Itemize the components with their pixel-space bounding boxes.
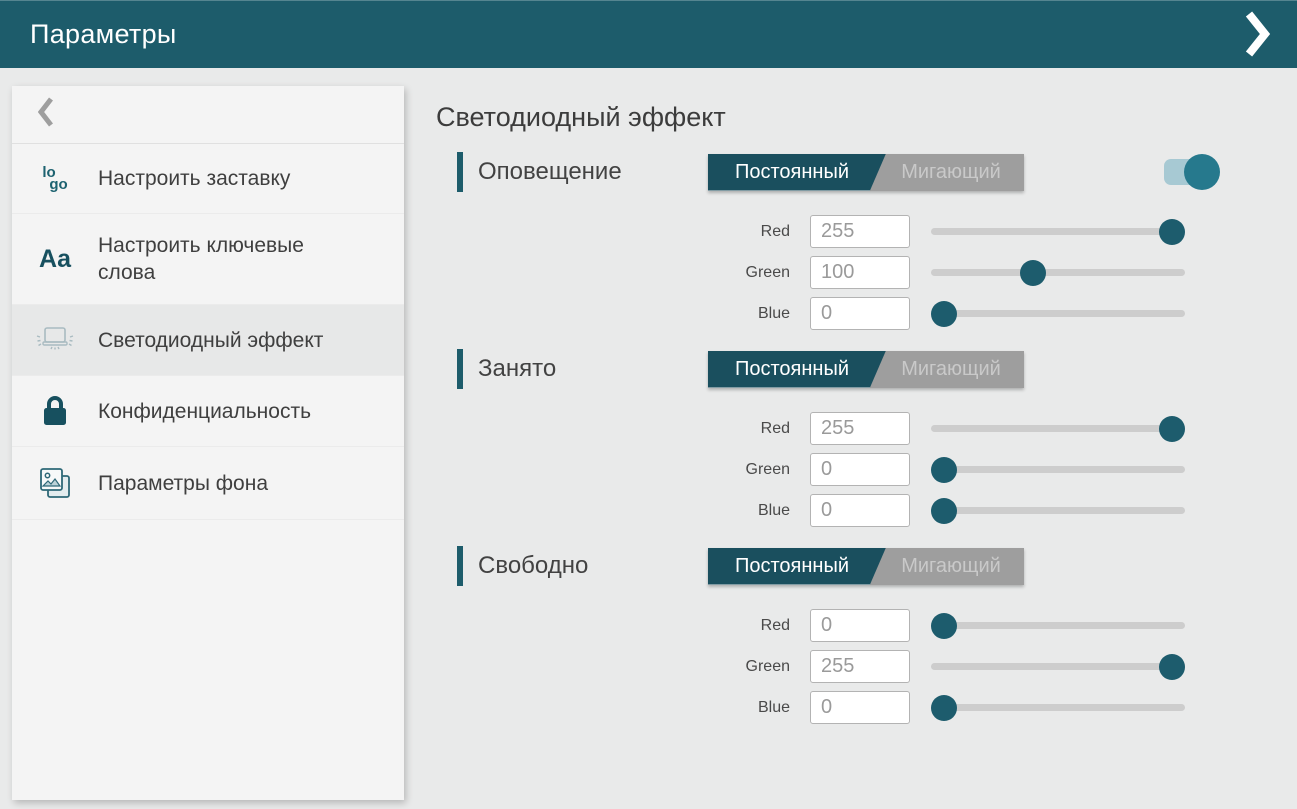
blue-value-input[interactable] (810, 297, 910, 330)
green-value-input[interactable] (810, 256, 910, 289)
chevron-right-icon[interactable] (1241, 10, 1275, 58)
page-title: Параметры (30, 19, 1241, 50)
channel-label: Green (700, 264, 790, 282)
channel-row-green: Green (436, 650, 1297, 683)
section-title: Свободно (478, 552, 688, 580)
keywords-icon: Aa (12, 245, 98, 274)
sidebar-item-keywords[interactable]: Aa Настроить ключевые слова (12, 214, 404, 305)
sidebar-item-splash-screen[interactable]: lo go Настроить заставку (12, 144, 404, 214)
sidebar-item-label: Конфиденциальность (98, 398, 343, 425)
channel-row-green: Green (436, 453, 1297, 486)
green-slider[interactable] (931, 457, 1185, 483)
channel-row-blue: Blue (436, 691, 1297, 724)
red-value-input[interactable] (810, 412, 910, 445)
section-alert-header: Оповещение Постоянный Мигающий (436, 151, 1297, 193)
sidebar: lo go Настроить заставку Aa Настроить кл… (12, 86, 404, 800)
channel-label: Blue (700, 305, 790, 323)
blue-slider[interactable] (931, 498, 1185, 524)
channel-label: Blue (700, 502, 790, 520)
blue-value-input[interactable] (810, 691, 910, 724)
channel-label: Green (700, 461, 790, 479)
mode-segment-alert: Постоянный Мигающий (708, 154, 1024, 191)
channel-row-green: Green (436, 256, 1297, 289)
sidebar-item-privacy[interactable]: Конфиденциальность (12, 376, 404, 447)
lock-icon (12, 394, 98, 428)
sidebar-item-label: Настроить ключевые слова (98, 232, 343, 286)
channel-label: Red (700, 223, 790, 241)
accent-bar (457, 349, 463, 389)
sidebar-item-label: Параметры фона (98, 470, 343, 497)
channel-row-blue: Blue (436, 297, 1297, 330)
channel-label: Blue (700, 699, 790, 717)
app-header: Параметры (0, 0, 1297, 68)
accent-bar (457, 546, 463, 586)
green-slider[interactable] (931, 260, 1185, 286)
section-busy-header: Занято Постоянный Мигающий (436, 348, 1297, 390)
green-slider[interactable] (931, 654, 1185, 680)
channel-row-blue: Blue (436, 494, 1297, 527)
led-effect-panel: Светодиодный эффект Оповещение Постоянны… (436, 68, 1297, 732)
sidebar-item-label: Светодиодный эффект (98, 327, 343, 354)
mode-segment-free: Постоянный Мигающий (708, 548, 1024, 585)
mode-constant-button[interactable]: Постоянный (708, 154, 886, 191)
mode-blinking-button[interactable]: Мигающий (870, 351, 1024, 388)
sidebar-item-background[interactable]: Параметры фона (12, 447, 404, 520)
blue-slider[interactable] (931, 695, 1185, 721)
sidebar-back-button[interactable] (12, 86, 404, 144)
red-value-input[interactable] (810, 609, 910, 642)
section-free-header: Свободно Постоянный Мигающий (436, 545, 1297, 587)
rgb-rows-free: Red Green Blue (436, 609, 1297, 724)
background-icon (12, 465, 98, 501)
channel-row-red: Red (436, 215, 1297, 248)
channel-label: Red (700, 420, 790, 438)
mode-constant-button[interactable]: Постоянный (708, 351, 886, 388)
main-heading: Светодиодный эффект (436, 102, 1297, 133)
red-slider[interactable] (931, 219, 1185, 245)
green-value-input[interactable] (810, 453, 910, 486)
channel-row-red: Red (436, 609, 1297, 642)
channel-row-red: Red (436, 412, 1297, 445)
alert-toggle[interactable] (1164, 154, 1220, 190)
red-slider[interactable] (931, 613, 1185, 639)
mode-constant-button[interactable]: Постоянный (708, 548, 886, 585)
rgb-rows-busy: Red Green Blue (436, 412, 1297, 527)
section-title: Занято (478, 355, 688, 383)
channel-label: Green (700, 658, 790, 676)
mode-blinking-button[interactable]: Мигающий (870, 548, 1024, 585)
blue-value-input[interactable] (810, 494, 910, 527)
sidebar-item-label: Настроить заставку (98, 165, 343, 192)
green-value-input[interactable] (810, 650, 910, 683)
channel-label: Red (700, 617, 790, 635)
red-slider[interactable] (931, 416, 1185, 442)
section-title: Оповещение (478, 158, 688, 186)
accent-bar (457, 152, 463, 192)
red-value-input[interactable] (810, 215, 910, 248)
mode-segment-busy: Постоянный Мигающий (708, 351, 1024, 388)
blue-slider[interactable] (931, 301, 1185, 327)
led-icon (12, 323, 98, 357)
mode-blinking-button[interactable]: Мигающий (870, 154, 1024, 191)
rgb-rows-alert: Red Green Blue (436, 215, 1297, 330)
logo-icon: lo go (12, 167, 98, 191)
chevron-left-icon (38, 97, 54, 132)
toggle-thumb (1184, 154, 1220, 190)
sidebar-item-led-effect[interactable]: Светодиодный эффект (12, 305, 404, 376)
